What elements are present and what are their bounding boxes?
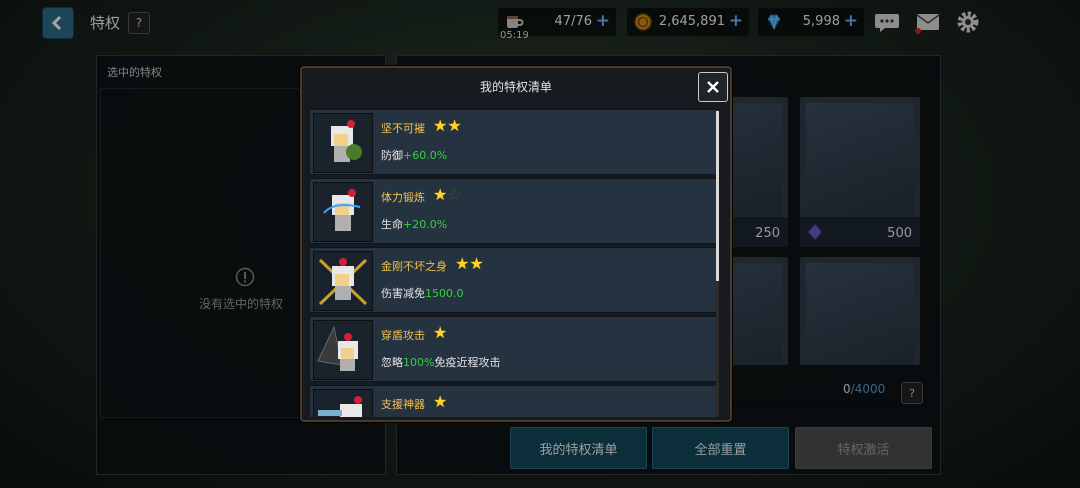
dialog-title: 我的特权清单 <box>479 80 552 94</box>
star-icon: ★ <box>433 392 448 411</box>
perk-name: 支援神器 <box>381 398 425 411</box>
perk-stars: ★★ <box>433 118 462 134</box>
star-icon: ☆ <box>447 185 462 204</box>
perk-name: 体力锻炼 <box>381 191 425 204</box>
star-icon: ★ <box>433 185 448 204</box>
perk-list[interactable]: 坚不可摧 ★★ 防御+60.0% 体力锻炼 ★☆ 生命+20.0% 金刚不坏之身… <box>309 109 723 417</box>
perk-portrait <box>313 113 373 173</box>
star-icon: ★ <box>433 116 448 135</box>
perk-name: 坚不可摧 <box>381 122 425 135</box>
character-portrait-icon <box>331 120 362 162</box>
star-icon: ★ <box>433 323 448 342</box>
character-portrait-icon <box>317 325 358 371</box>
perk-item[interactable]: 金刚不坏之身 ★★ 伤害减免1500.0 <box>309 247 719 313</box>
perk-portrait <box>313 320 373 380</box>
perk-name: 穿盾攻击 <box>381 329 425 342</box>
perk-portrait <box>313 251 373 311</box>
character-portrait-icon <box>318 258 368 306</box>
scrollbar-thumb[interactable] <box>716 111 719 281</box>
perk-list-dialog: 我的特权清单 坚不可摧 ★★ 防御+60.0% 体力锻炼 ★☆ 生命+20.0%… <box>300 66 732 422</box>
perk-stars: ★ <box>433 325 447 341</box>
perk-list-scrollbar[interactable] <box>716 111 719 416</box>
star-icon: ★ <box>469 254 484 273</box>
character-portrait-icon <box>323 189 361 231</box>
perk-description: 生命+20.0% <box>381 218 448 231</box>
close-button[interactable] <box>698 72 728 102</box>
perk-portrait <box>313 389 373 417</box>
perk-stars: ★ <box>433 394 447 410</box>
perk-description: 忽略100%免疫近程攻击 <box>381 356 501 369</box>
perk-stars: ★☆ <box>433 187 462 203</box>
close-icon <box>707 81 719 93</box>
star-icon: ★ <box>447 116 462 135</box>
perk-description: 防御+60.0% <box>381 149 448 162</box>
perk-stars: ★★ <box>455 256 484 272</box>
perk-description: 伤害减免1500.0 <box>381 287 464 300</box>
perk-item[interactable]: 穿盾攻击 ★ 忽略100%免疫近程攻击 <box>309 316 719 382</box>
perk-item[interactable]: 支援神器 ★ <box>309 385 719 417</box>
perk-item[interactable]: 体力锻炼 ★☆ 生命+20.0% <box>309 178 719 244</box>
perk-item[interactable]: 坚不可摧 ★★ 防御+60.0% <box>309 109 719 175</box>
perk-portrait <box>313 182 373 242</box>
character-portrait-icon <box>318 396 362 417</box>
perk-name: 金刚不坏之身 <box>381 260 447 273</box>
star-icon: ★ <box>455 254 470 273</box>
